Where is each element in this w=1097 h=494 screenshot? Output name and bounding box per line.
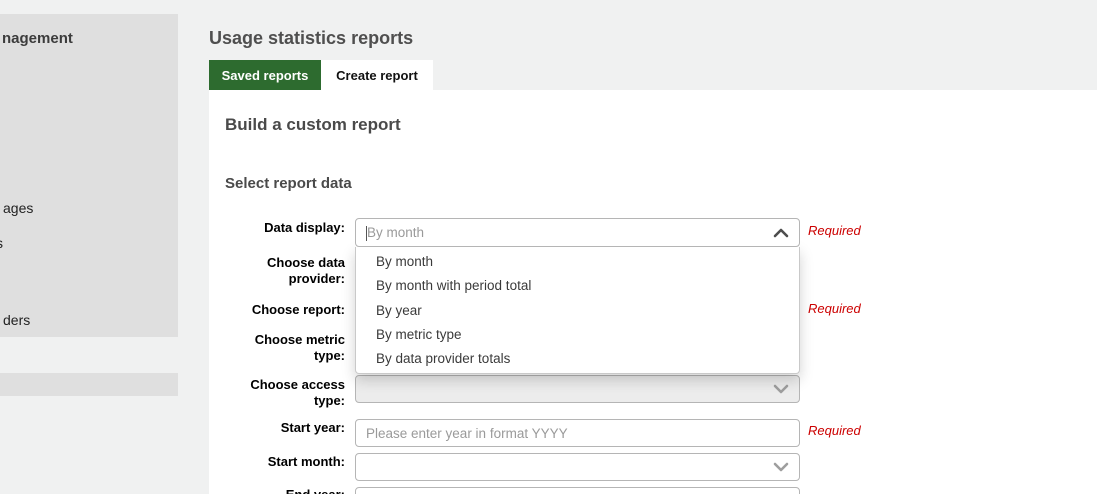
tab-create-report[interactable]: Create report bbox=[321, 60, 433, 90]
dropdown-option-by-month-period-total[interactable]: By month with period total bbox=[376, 278, 531, 293]
tab-saved-reports[interactable]: Saved reports bbox=[209, 60, 321, 90]
end-year-input[interactable] bbox=[355, 487, 800, 494]
section-title: Select report data bbox=[225, 175, 352, 192]
chevron-up-icon bbox=[773, 228, 789, 238]
tab-create-report-label: Create report bbox=[336, 68, 418, 83]
chevron-down-icon bbox=[773, 384, 789, 394]
sidebar-item-fragment[interactable]: ders bbox=[3, 312, 30, 328]
start-year-label: Start year: bbox=[205, 420, 345, 436]
page: nagement ages s ders Usage statistics re… bbox=[0, 0, 1097, 494]
dropdown-option-by-data-provider-totals[interactable]: By data provider totals bbox=[376, 351, 510, 366]
start-month-select[interactable] bbox=[355, 453, 800, 481]
data-provider-label: Choose data provider: bbox=[205, 255, 345, 287]
end-year-label: End year: bbox=[205, 487, 345, 494]
dropdown-option-by-month[interactable]: By month bbox=[376, 254, 433, 269]
metric-type-label: Choose metric type: bbox=[205, 332, 345, 364]
start-year-required: Required bbox=[808, 423, 861, 438]
sidebar-heading-fragment: nagement bbox=[2, 30, 73, 47]
form-title: Build a custom report bbox=[225, 115, 401, 135]
sidebar-item-fragment[interactable]: s bbox=[0, 235, 3, 251]
access-type-label: Choose access type: bbox=[205, 377, 345, 409]
text-caret bbox=[366, 226, 367, 241]
chevron-down-icon bbox=[773, 462, 789, 472]
sidebar-secondary-panel bbox=[0, 373, 178, 396]
start-month-label: Start month: bbox=[205, 454, 345, 470]
sidebar-menu-panel bbox=[0, 14, 178, 337]
report-label: Choose report: bbox=[205, 302, 345, 318]
tab-saved-reports-label: Saved reports bbox=[222, 68, 309, 83]
page-title: Usage statistics reports bbox=[209, 28, 413, 49]
sidebar-item-fragment[interactable]: ages bbox=[3, 200, 33, 216]
dropdown-option-by-metric-type[interactable]: By metric type bbox=[376, 327, 462, 342]
data-display-combobox[interactable]: By month bbox=[355, 218, 800, 247]
data-display-label: Data display: bbox=[205, 220, 345, 236]
dropdown-option-by-year[interactable]: By year bbox=[376, 303, 422, 318]
start-year-input[interactable] bbox=[355, 419, 800, 447]
report-required: Required bbox=[808, 301, 861, 316]
data-display-placeholder: By month bbox=[367, 225, 424, 240]
access-type-select[interactable] bbox=[355, 375, 800, 403]
data-display-required: Required bbox=[808, 223, 861, 238]
data-display-dropdown: By month By month with period total By y… bbox=[355, 247, 800, 374]
